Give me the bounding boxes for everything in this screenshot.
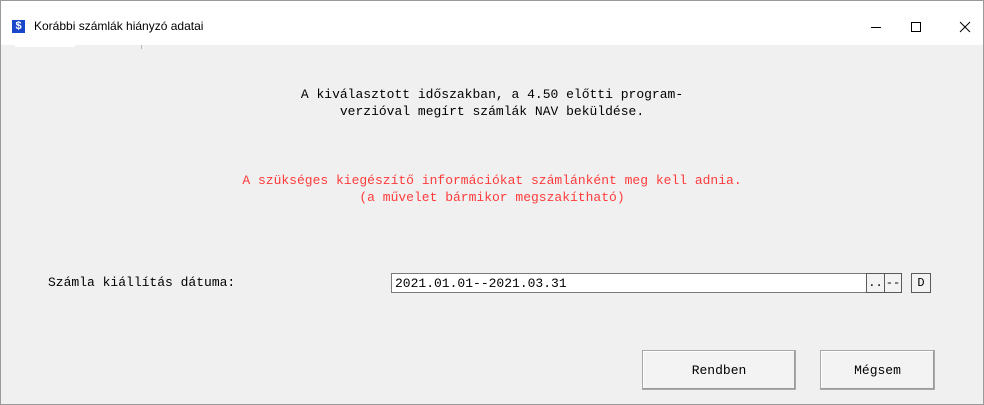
maximize-button[interactable]: [896, 14, 936, 40]
tab-divider: [141, 45, 142, 49]
warning-text-line2: (a művelet bármikor megszakítható): [359, 190, 625, 205]
info-text-line1: A kiválasztott időszakban, a 4.50 előtti…: [300, 87, 684, 102]
window-title: Korábbi számlák hiányzó adatai: [34, 19, 204, 33]
warning-text-line1: A szükséges kiegészítő információkat szá…: [242, 173, 742, 188]
maximize-icon: [911, 22, 921, 32]
date-field-label: Számla kiállítás dátuma:: [48, 275, 236, 290]
date-clear-button[interactable]: --: [884, 273, 902, 293]
date-range-input[interactable]: 2021.01.01--2021.03.31: [391, 273, 866, 293]
app-dollar-icon: $: [12, 20, 25, 33]
minimize-button[interactable]: [856, 14, 896, 40]
date-d-button[interactable]: D: [911, 273, 931, 293]
tab-edge: [15, 45, 75, 47]
close-button[interactable]: [945, 14, 984, 40]
date-browse-button[interactable]: ..: [866, 273, 885, 293]
close-icon: [959, 21, 971, 33]
dialog-window: $ Korábbi számlák hiányzó adatai A kivál…: [0, 0, 984, 405]
ok-button[interactable]: Rendben: [642, 350, 796, 390]
info-text-line2: verzióval megírt számlák NAV beküldése.: [339, 104, 645, 119]
cancel-button[interactable]: Mégsem: [820, 350, 935, 390]
title-bar[interactable]: $ Korábbi számlák hiányzó adatai: [1, 1, 983, 45]
minimize-icon: [871, 27, 881, 28]
